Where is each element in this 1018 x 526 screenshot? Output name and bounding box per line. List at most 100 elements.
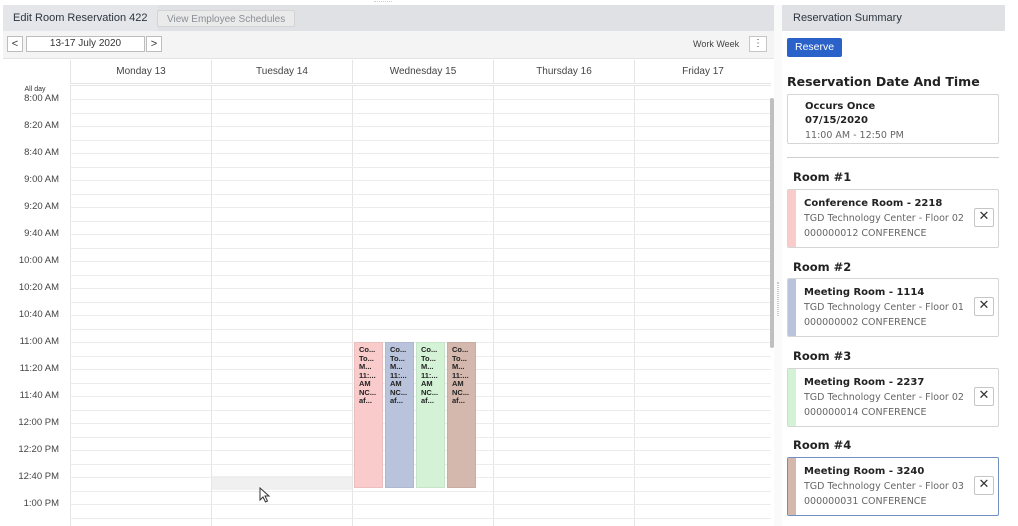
event-text-line: AM (421, 380, 433, 388)
calendar-event[interactable]: Co... To... M... 11:... AM NC... af... (354, 342, 383, 488)
mouse-cursor-icon (259, 487, 271, 503)
time-slot-label: 12:20 PM (18, 444, 59, 455)
event-text-line: M... (421, 363, 434, 371)
event-text-line: Co... (390, 346, 407, 354)
room-name: Meeting Room - 3240 (804, 466, 925, 477)
time-slot-divider (70, 288, 771, 289)
room-location: TGD Technology Center - Floor 01 (804, 302, 964, 313)
tab-bar: Edit Room Reservation 422 View Employee … (3, 5, 774, 31)
all-day-label: All day (24, 86, 46, 93)
next-week-button[interactable]: > (146, 36, 162, 52)
event-text-line: Co... (359, 346, 376, 354)
time-slot-label: 9:00 AM (24, 174, 59, 185)
view-mode-selector[interactable]: Work Week (693, 39, 739, 49)
prev-week-button[interactable]: < (7, 36, 23, 52)
room-card[interactable]: Meeting Room - 2237 TGD Technology Center… (787, 368, 999, 427)
time-slot-divider (70, 166, 771, 168)
event-text-line: af... (421, 397, 434, 405)
time-slot-divider (70, 220, 771, 222)
event-text-line: 11:... (452, 371, 469, 380)
time-slot-label: 12:40 PM (18, 471, 59, 482)
time-slot-divider (70, 261, 771, 262)
remove-room-button[interactable]: ✕ (974, 387, 994, 406)
room-heading: Room #2 (793, 260, 852, 274)
day-column-divider (211, 86, 212, 526)
event-text-line: AM (390, 380, 402, 388)
time-slot-label: 9:40 AM (24, 228, 59, 239)
day-header[interactable]: Friday 17 (634, 60, 771, 84)
event-text-line: af... (390, 397, 403, 405)
event-text-line: Co... (452, 346, 469, 354)
event-text-line: Co... (421, 346, 438, 354)
time-slot-divider (70, 517, 771, 519)
time-slot-divider (70, 234, 771, 235)
day-column-divider (493, 86, 494, 526)
day-header[interactable]: Wednesday 15 (352, 60, 493, 84)
remove-room-button[interactable]: ✕ (974, 208, 994, 227)
event-text-line: 11:... (421, 371, 438, 380)
splitter-grip-icon[interactable] (777, 282, 779, 316)
tab-edit-room-reservation[interactable]: Edit Room Reservation 422 (3, 5, 158, 31)
remove-room-button[interactable]: ✕ (974, 476, 994, 495)
room-heading: Room #4 (793, 438, 852, 452)
event-text-line: af... (359, 397, 372, 405)
time-slot-label: 8:00 AM (24, 93, 59, 104)
day-column-divider (634, 86, 635, 526)
time-slot-label: 9:20 AM (24, 201, 59, 212)
time-slot-label: 10:40 AM (18, 309, 59, 320)
more-options-button[interactable]: ⋮ (749, 36, 767, 52)
event-text-line: M... (452, 363, 465, 371)
time-slot-divider (70, 315, 771, 316)
room-code: 000000014 CONFERENCE (804, 407, 927, 418)
day-column-divider (70, 86, 71, 526)
time-slot-label: 11:20 AM (19, 363, 59, 374)
room-code: 000000012 CONFERENCE (804, 228, 927, 239)
room-card[interactable]: Meeting Room - 1114 TGD Technology Center… (787, 278, 999, 337)
occurrence-card: Occurs Once 07/15/2020 11:00 AM - 12:50 … (787, 94, 999, 144)
top-resize-grip[interactable] (374, 0, 392, 2)
time-slot-divider (70, 328, 771, 330)
reserve-button[interactable]: Reserve (787, 38, 843, 57)
time-slot-label: 1:00 PM (23, 498, 59, 509)
room-color-stripe (788, 279, 796, 336)
day-header[interactable]: Tuesday 14 (211, 60, 352, 84)
day-header[interactable]: Monday 13 (70, 60, 211, 84)
summary-header: Reservation Summary (782, 5, 1005, 31)
panel-splitter[interactable] (774, 5, 782, 526)
remove-room-button[interactable]: ✕ (974, 297, 994, 316)
event-text-line: AM (359, 380, 371, 388)
time-slot-label: 11:00 AM (19, 336, 59, 347)
event-text-line: NC... (421, 388, 439, 397)
calendar-grid[interactable]: Co... To... M... 11:... AM NC... af... Co... To.… (70, 85, 771, 526)
room-location: TGD Technology Center - Floor 03 (804, 481, 964, 492)
room-code: 000000031 CONFERENCE (804, 496, 927, 507)
calendar-panel: Edit Room Reservation 422 View Employee … (3, 5, 774, 526)
hovered-time-slot[interactable] (211, 476, 352, 490)
time-slot-divider (70, 504, 771, 505)
time-slot-divider (70, 139, 771, 141)
event-text-line: M... (390, 363, 403, 371)
calendar-toolbar: < 13-17 July 2020 > Work Week ⋮ (3, 31, 774, 59)
calendar-event[interactable]: Co... To... M... 11:... AM NC... af... (416, 342, 445, 488)
time-slot-label: 12:00 PM (18, 417, 59, 428)
calendar-event[interactable]: Co... To... M... 11:... AM NC... af... (447, 342, 476, 488)
event-text-line: af... (452, 397, 465, 405)
room-name: Conference Room - 2218 (804, 198, 943, 209)
tab-view-employee-schedules[interactable]: View Employee Schedules (157, 10, 296, 27)
room-name: Meeting Room - 1114 (804, 287, 925, 298)
time-slot-label: 11:40 AM (19, 390, 59, 401)
event-text-line: M... (359, 363, 372, 371)
time-slot-label: 10:20 AM (18, 282, 59, 293)
day-header[interactable]: Thursday 16 (493, 60, 634, 84)
occurrence-date: 07/15/2020 (805, 115, 868, 126)
day-column-divider (352, 86, 353, 526)
room-card[interactable]: Meeting Room - 3240 TGD Technology Center… (787, 457, 999, 516)
event-text-line: To... (359, 354, 374, 363)
date-range-picker[interactable]: 13-17 July 2020 (26, 36, 145, 52)
calendar-event[interactable]: Co... To... M... 11:... AM NC... af... (385, 342, 414, 488)
event-text-line: 11:... (359, 371, 376, 380)
room-card[interactable]: Conference Room - 2218 TGD Technology Cen… (787, 189, 999, 248)
time-slot-divider (70, 193, 771, 195)
time-slot-divider (70, 99, 771, 100)
time-slot-divider (70, 112, 771, 114)
